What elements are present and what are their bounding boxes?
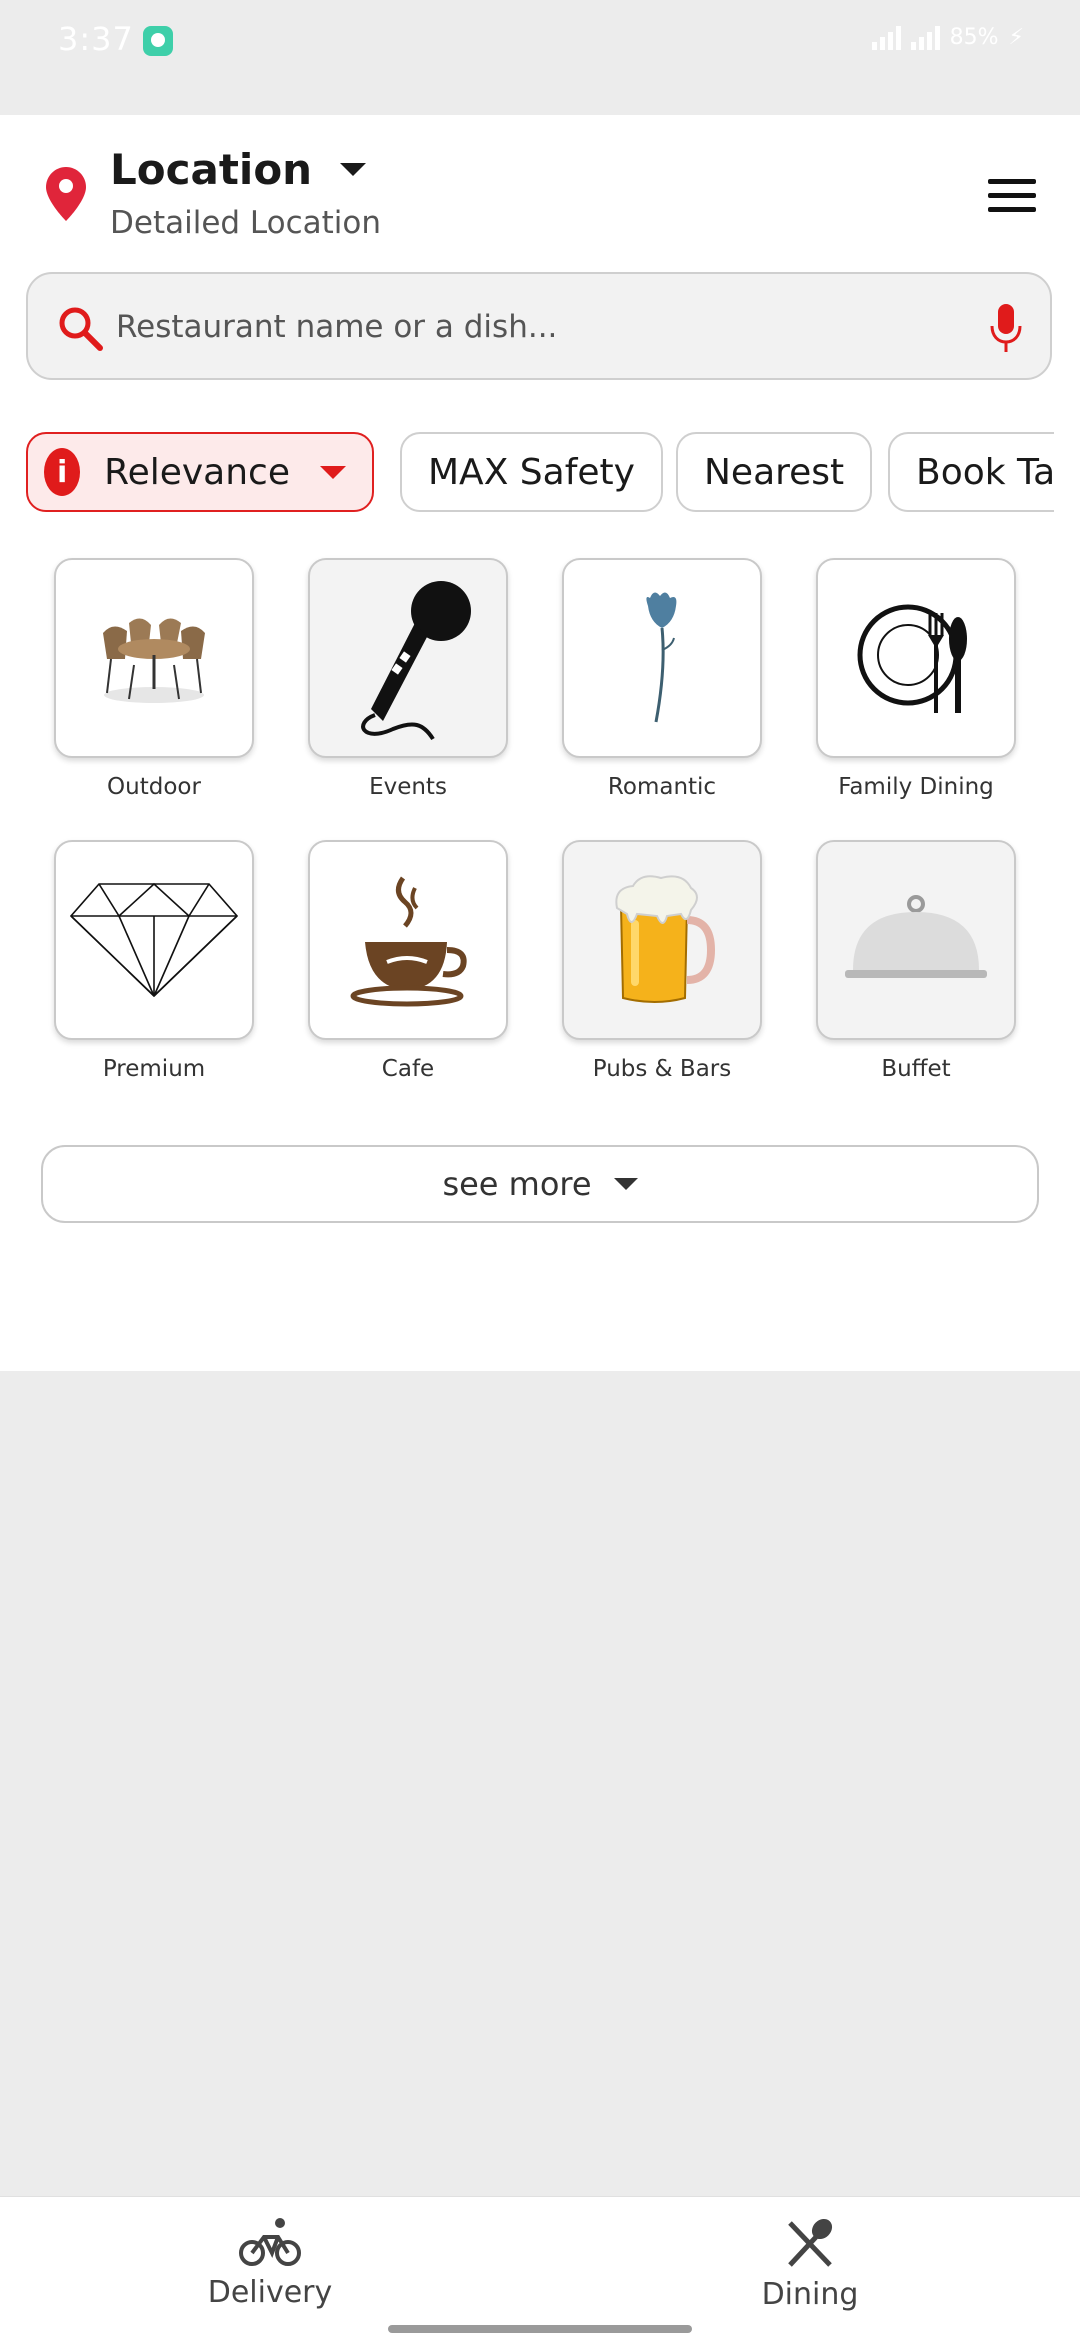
- signal-icon: [910, 24, 940, 50]
- category-label: Buffet: [881, 1056, 951, 1082]
- flower-icon: [646, 592, 677, 723]
- cutlery-cross-icon: [788, 2218, 833, 2267]
- location-selector[interactable]: Location: [110, 145, 367, 194]
- microphone-icon: [361, 581, 471, 741]
- category-label: Outdoor: [107, 774, 201, 800]
- signal-icon: [871, 24, 901, 50]
- category-premium[interactable]: Premium: [54, 840, 264, 1082]
- coffee-cup-icon: [350, 876, 467, 1007]
- chevron-down-icon: [613, 1178, 638, 1190]
- category-outdoor[interactable]: Outdoor: [54, 558, 264, 800]
- category-events[interactable]: Events: [308, 558, 518, 800]
- nav-delivery-label: Delivery: [207, 2275, 333, 2310]
- see-more-label: see more: [442, 1165, 592, 1203]
- category-label: Events: [369, 774, 447, 800]
- plate-cutlery-icon: [857, 604, 967, 713]
- microphone-icon[interactable]: [988, 302, 1024, 354]
- nav-delivery[interactable]: Delivery: [170, 2217, 370, 2310]
- filter-chip-relevance[interactable]: i Relevance: [26, 432, 374, 512]
- battery-percentage: 85%: [949, 24, 999, 50]
- bicycle-icon: [239, 2218, 301, 2266]
- filter-chip-label: Nearest: [704, 451, 845, 493]
- status-time: 3:37: [58, 20, 134, 58]
- filter-chip-label: Relevance: [104, 451, 290, 493]
- location-subtitle[interactable]: Detailed Location: [110, 205, 381, 241]
- location-title: Location: [110, 145, 313, 194]
- outdoor-table-icon: [103, 618, 205, 703]
- status-indicators: 85% ⚡: [871, 24, 1024, 50]
- chevron-down-icon: [340, 163, 367, 176]
- search-bar[interactable]: [26, 272, 1052, 380]
- category-family-dining[interactable]: Family Dining: [816, 558, 1026, 800]
- category-pubs-bars[interactable]: Pubs & Bars: [562, 840, 772, 1082]
- status-bar: 3:37 85% ⚡: [0, 0, 1080, 115]
- chevron-down-icon: [320, 465, 346, 479]
- info-icon: i: [44, 448, 81, 496]
- hamburger-menu-icon[interactable]: [988, 179, 1036, 215]
- beer-mug-icon: [615, 875, 716, 1003]
- charging-icon: ⚡: [1008, 24, 1024, 50]
- filter-chip-label: Book Table: [916, 451, 1054, 493]
- location-pin-icon[interactable]: [46, 167, 86, 221]
- category-romantic[interactable]: Romantic: [562, 558, 772, 800]
- diamond-icon: [69, 882, 239, 998]
- category-label: Family Dining: [838, 774, 994, 800]
- category-buffet[interactable]: Buffet: [816, 840, 1026, 1082]
- bottom-navigation: Delivery Dining: [0, 2196, 1080, 2341]
- category-label: Cafe: [381, 1056, 435, 1082]
- see-more-button[interactable]: see more: [41, 1145, 1039, 1223]
- filter-chip-book-table[interactable]: Book Table: [888, 432, 1054, 512]
- category-label: Pubs & Bars: [592, 1056, 732, 1082]
- filter-chip-label: MAX Safety: [428, 451, 635, 493]
- filter-chip-nearest[interactable]: Nearest: [676, 432, 873, 512]
- nav-dining[interactable]: Dining: [710, 2217, 910, 2312]
- home-indicator[interactable]: [388, 2325, 692, 2333]
- main-panel: Location Detailed Location i Relevance M…: [0, 115, 1080, 1371]
- search-icon: [59, 307, 103, 351]
- category-label: Romantic: [607, 774, 717, 800]
- search-input[interactable]: [114, 298, 978, 356]
- cloche-icon: [845, 895, 987, 978]
- filter-chips: i Relevance MAX Safety Nearest Book Tabl…: [26, 432, 1054, 514]
- filter-chip-max-safety[interactable]: MAX Safety: [400, 432, 663, 512]
- category-label: Premium: [102, 1056, 206, 1082]
- notification-app-icon: [143, 26, 173, 56]
- category-cafe[interactable]: Cafe: [308, 840, 518, 1082]
- nav-dining-label: Dining: [761, 2277, 859, 2312]
